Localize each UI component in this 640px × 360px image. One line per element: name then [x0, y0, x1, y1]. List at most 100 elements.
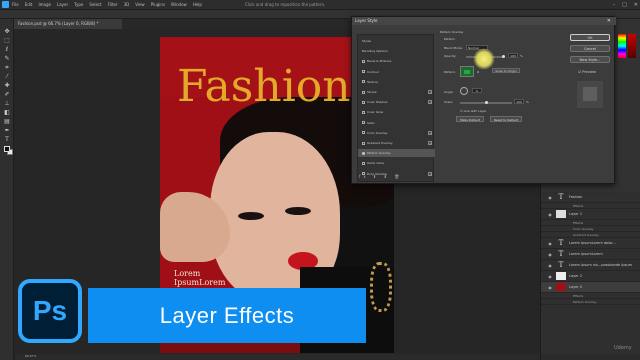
marquee-tool-icon[interactable]: ⬚: [3, 38, 11, 44]
layer-row[interactable]: ◉ Layer 1: [541, 209, 640, 220]
hue-strip[interactable]: [618, 34, 626, 58]
style-item[interactable]: Contour: [358, 68, 435, 76]
menu-plugins[interactable]: Plugins: [151, 2, 165, 7]
style-item[interactable]: Color Overlay +: [358, 129, 435, 137]
foreground-color-swatch[interactable]: [4, 146, 10, 152]
menu-select[interactable]: Select: [89, 2, 101, 7]
add-style-icon[interactable]: +: [428, 171, 432, 176]
visibility-eye-icon[interactable]: ◉: [547, 263, 553, 268]
style-item[interactable]: Outer Glow: [358, 159, 435, 167]
menu-window[interactable]: Window: [171, 2, 187, 7]
style-label: Pattern Overlay: [367, 151, 391, 156]
style-label: Styles: [362, 39, 372, 43]
ok-button[interactable]: OK: [570, 34, 610, 41]
quick-select-icon[interactable]: ✎: [3, 56, 11, 62]
visibility-eye-icon[interactable]: ◉: [547, 195, 553, 200]
style-item[interactable]: Satin: [358, 119, 435, 127]
opacity-input[interactable]: 100: [508, 53, 518, 58]
healing-brush-icon[interactable]: ✚: [3, 83, 11, 89]
scale-slider-thumb[interactable]: [485, 101, 488, 104]
snap-to-origin-button[interactable]: Snap to Origin: [492, 68, 520, 73]
add-style-icon[interactable]: +: [428, 90, 432, 94]
menu-filter[interactable]: Filter: [108, 2, 118, 7]
menu-layer[interactable]: Layer: [57, 2, 68, 7]
layer-row[interactable]: ◉ T Lorem Ipsum nis...passbonde Ipsum: [541, 260, 640, 271]
style-item[interactable]: Inner Glow: [358, 108, 435, 116]
style-item[interactable]: Blending Options: [358, 47, 435, 55]
layer-effect-row[interactable]: Pattern Overlay: [541, 299, 640, 305]
style-checkbox[interactable]: [362, 161, 365, 165]
style-checkbox[interactable]: [362, 151, 365, 155]
style-item[interactable]: Gradient Overlay +: [358, 139, 435, 147]
angle-dial[interactable]: [460, 87, 468, 95]
style-item[interactable]: Stroke +: [358, 88, 435, 96]
layer-row[interactable]: ◉ T Lorem IpsumLorem: [541, 249, 640, 260]
new-style-button[interactable]: New Style...: [570, 56, 610, 63]
add-style-icon[interactable]: +: [428, 130, 432, 135]
eyedropper-icon[interactable]: ⁄: [3, 74, 11, 80]
style-item[interactable]: Styles: [358, 37, 435, 45]
style-item[interactable]: Pattern Overlay: [358, 149, 435, 158]
stamp-tool-icon[interactable]: ⊥: [3, 101, 11, 107]
menu-help[interactable]: Help: [193, 2, 202, 7]
menu-type[interactable]: Type: [74, 2, 83, 7]
photoshop-app-icon: [2, 1, 9, 8]
style-checkbox[interactable]: [362, 121, 365, 125]
visibility-eye-icon[interactable]: ◉: [547, 285, 553, 290]
menu-3d[interactable]: 3D: [124, 2, 130, 7]
pen-tool-icon[interactable]: ✒: [3, 128, 11, 134]
style-item[interactable]: Inner Shadow +: [358, 98, 435, 106]
layer-row[interactable]: ◉ T Fashion: [541, 192, 640, 203]
crop-tool-icon[interactable]: ⌗: [3, 65, 11, 71]
preview-checkbox[interactable]: ☑ Preview: [578, 70, 596, 74]
visibility-eye-icon[interactable]: ◉: [547, 212, 553, 217]
style-checkbox[interactable]: [362, 100, 365, 104]
add-style-icon[interactable]: +: [428, 141, 432, 145]
style-checkbox[interactable]: [362, 131, 365, 135]
pattern-picker[interactable]: [460, 66, 474, 77]
layer-name: Lorem Ipsum nis...passbonde Ipsum: [569, 263, 633, 267]
gradient-tool-icon[interactable]: ▤: [3, 119, 11, 125]
scale-input[interactable]: 100: [514, 99, 524, 104]
style-checkbox[interactable]: [362, 70, 365, 74]
eraser-tool-icon[interactable]: ◧: [3, 110, 11, 116]
document-tab[interactable]: Fashion.psd @ 66.7% (Layer 0, RGB/8) *: [14, 19, 122, 29]
close-window-icon[interactable]: ✕: [634, 2, 638, 8]
close-icon[interactable]: ✕: [607, 17, 611, 25]
menu-view[interactable]: View: [135, 2, 145, 7]
move-tool-icon[interactable]: ✥: [3, 29, 11, 35]
style-item[interactable]: Bevel & Emboss: [358, 57, 435, 65]
visibility-eye-icon[interactable]: ◉: [547, 274, 553, 279]
style-checkbox[interactable]: [362, 110, 365, 114]
layer-row[interactable]: ◉ T Lorem IpsumLorem dolor...: [541, 238, 640, 249]
new-preset-icon[interactable]: ⧉: [477, 70, 479, 74]
minimize-icon[interactable]: –: [613, 2, 616, 8]
cancel-button[interactable]: Cancel: [570, 45, 610, 52]
style-checkbox[interactable]: [362, 90, 365, 94]
menu-edit[interactable]: Edit: [25, 2, 33, 7]
lasso-tool-icon[interactable]: ℓ: [3, 47, 11, 53]
style-item[interactable]: Texture: [358, 78, 435, 86]
maximize-icon[interactable]: □: [622, 2, 627, 8]
make-default-button[interactable]: Make Default: [456, 116, 484, 122]
angle-input[interactable]: 0: [472, 88, 482, 93]
visibility-eye-icon[interactable]: ◉: [547, 241, 553, 246]
add-style-icon[interactable]: +: [428, 100, 432, 105]
link-with-layer-checkbox[interactable]: ☑ Link with Layer: [460, 109, 486, 113]
fx-buttons[interactable]: fx ⬆ ⬇ 🗑: [359, 174, 402, 179]
menu-image[interactable]: Image: [38, 2, 51, 7]
headline-text: Fashion: [177, 61, 351, 112]
menu-file[interactable]: File: [12, 2, 19, 7]
style-checkbox[interactable]: [362, 80, 365, 84]
layer-row-selected[interactable]: ◉ Layer 0: [541, 282, 640, 293]
text-layer-icon: T: [558, 250, 564, 258]
visibility-eye-icon[interactable]: ◉: [547, 252, 553, 257]
layer-row[interactable]: ◉ Layer 2: [541, 271, 640, 282]
color-field[interactable]: [628, 34, 636, 58]
reset-to-default-button[interactable]: Reset to Default: [490, 116, 522, 122]
style-checkbox[interactable]: [362, 59, 365, 63]
opacity-slider-thumb[interactable]: [502, 55, 505, 58]
brush-tool-icon[interactable]: ✐: [3, 92, 11, 98]
style-checkbox[interactable]: [362, 141, 365, 145]
type-tool-icon[interactable]: T: [3, 137, 11, 143]
